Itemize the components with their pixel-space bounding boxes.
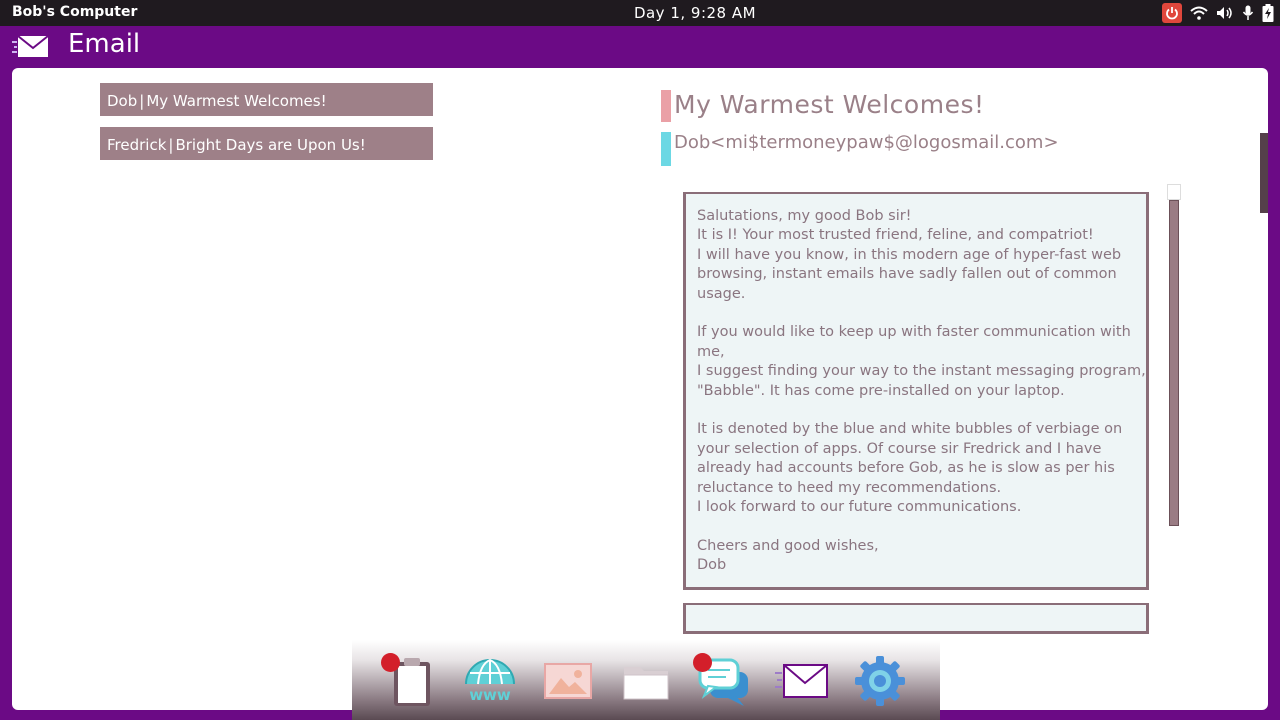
web-browser-icon: www bbox=[463, 658, 517, 708]
folder-icon bbox=[622, 661, 670, 705]
inbox-item-fredrick[interactable]: Fredrick | Bright Days are Upon Us! bbox=[100, 127, 433, 160]
dock-image-viewer[interactable] bbox=[535, 653, 601, 713]
volume-icon[interactable] bbox=[1216, 3, 1234, 23]
inbox-item-dob[interactable]: Dob | My Warmest Welcomes! bbox=[100, 83, 433, 116]
inbox-item-sender: Fredrick bbox=[107, 136, 167, 154]
notification-badge bbox=[381, 653, 400, 672]
dock-clipboard[interactable] bbox=[379, 653, 445, 713]
window-edge-handle[interactable] bbox=[1260, 133, 1268, 213]
settings-gear-icon bbox=[853, 654, 907, 712]
notification-badge bbox=[693, 653, 712, 672]
message-body: Salutations, my good Bob sir! It is I! Y… bbox=[697, 208, 1146, 574]
message-subject: My Warmest Welcomes! bbox=[674, 90, 985, 119]
sender-accent-bar bbox=[661, 132, 671, 166]
dock-web-browser[interactable]: www bbox=[457, 653, 523, 713]
message-body-panel[interactable]: Salutations, my good Bob sir! It is I! Y… bbox=[683, 192, 1149, 590]
computer-name: Bob's Computer bbox=[12, 4, 138, 20]
svg-text:www: www bbox=[469, 686, 511, 704]
dock-chat[interactable] bbox=[691, 653, 757, 713]
app-title: Email bbox=[68, 29, 141, 59]
inbox-item-separator: | bbox=[139, 92, 145, 110]
email-icon bbox=[775, 663, 829, 703]
inbox-item-subject: My Warmest Welcomes! bbox=[146, 92, 327, 110]
inbox-item-sender: Dob bbox=[107, 92, 138, 110]
system-tray bbox=[1162, 3, 1274, 23]
wifi-icon[interactable] bbox=[1190, 3, 1208, 23]
scrollbar-up-button[interactable] bbox=[1167, 184, 1181, 200]
battery-icon[interactable] bbox=[1262, 3, 1274, 23]
app-header: Email bbox=[0, 26, 1280, 68]
microphone-icon[interactable] bbox=[1242, 3, 1254, 23]
image-viewer-icon bbox=[544, 663, 592, 703]
clock: Day 1, 9:28 AM bbox=[633, 4, 757, 22]
dock-email[interactable] bbox=[769, 653, 835, 713]
inbox-item-subject: Bright Days are Upon Us! bbox=[175, 136, 366, 154]
dock-settings[interactable] bbox=[847, 653, 913, 713]
power-icon[interactable] bbox=[1162, 3, 1182, 23]
subject-accent-bar bbox=[661, 90, 671, 122]
system-top-bar: Bob's Computer Day 1, 9:28 AM bbox=[0, 0, 1280, 26]
dock-files[interactable] bbox=[613, 653, 679, 713]
scrollbar-thumb[interactable] bbox=[1169, 200, 1179, 526]
envelope-icon bbox=[12, 34, 50, 64]
reply-input[interactable] bbox=[683, 603, 1149, 634]
app-dock: www bbox=[352, 640, 940, 720]
email-window: Dob | My Warmest Welcomes! Fredrick | Bright… bbox=[12, 68, 1268, 710]
message-sender: Dob<mi$termoneypaw$@logosmail.com> bbox=[674, 132, 1059, 153]
